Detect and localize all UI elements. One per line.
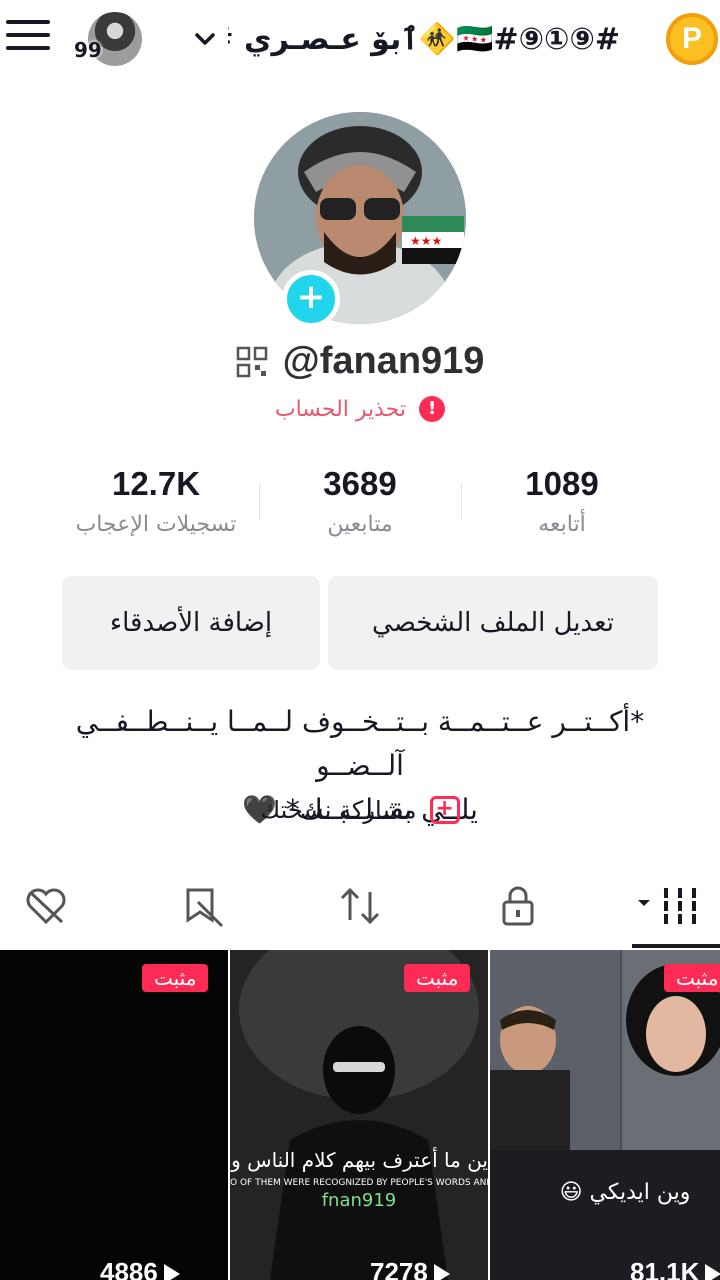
video-caption: وين ايديكي 😃 [559, 1180, 691, 1205]
view-count: 4886 [100, 1257, 180, 1280]
share-copy-label: مشاركة نسختك [260, 796, 417, 824]
view-count: 81.1K [630, 1257, 720, 1280]
active-tab-indicator [632, 944, 720, 948]
repost-icon[interactable] [336, 882, 384, 930]
menu-icon[interactable] [6, 20, 50, 54]
add-square-icon: + [429, 796, 460, 824]
hidden-likes-icon[interactable] [22, 882, 70, 930]
mini-avatar-badge: 99 [74, 38, 102, 62]
videos-grid-icon[interactable] [634, 882, 700, 930]
video-2-image [230, 950, 488, 1280]
pinned-badge: مثبت [664, 964, 720, 992]
qr-code-icon[interactable] [236, 346, 268, 378]
play-icon [433, 1264, 450, 1280]
stat-followers[interactable]: 3689 متابعين [260, 462, 460, 537]
video-thumbnail[interactable]: مثبت 4886 [0, 950, 228, 1280]
warning-icon: ! [419, 396, 446, 422]
coin-icon[interactable]: P [666, 13, 718, 65]
warning-label: تحذير الحساب [274, 396, 407, 422]
followers-count: 3689 [323, 465, 397, 502]
following-label: أتابعه [538, 512, 586, 537]
video-thumbnail[interactable]: مثبت ين ما أعترف بيهم كلام الناس والخو O… [230, 950, 488, 1280]
share-copy-row[interactable]: + مشاركة نسختك [0, 796, 720, 836]
stat-likes[interactable]: 12.7K تسجيلات الإعجاب [56, 462, 256, 537]
pinned-badge: مثبت [404, 964, 471, 992]
hidden-favorites-icon[interactable] [178, 882, 226, 930]
profile-handle: @fanan919 [282, 340, 485, 382]
top-bar: 99 #⑨①⑨#🇸🇾🚸ٱبۆ عـصـري # P [0, 0, 720, 80]
likes-count: 12.7K [111, 465, 201, 502]
video-thumbnail[interactable]: مثبت وين ايديكي 😃 81.1K [490, 950, 720, 1280]
stats-row: 12.7K تسجيلات الإعجاب 3689 متابعين 1089 … [56, 462, 664, 552]
account-warning[interactable]: ! تحذير الحساب [0, 396, 720, 430]
add-photo-button[interactable]: + [282, 270, 340, 328]
chevron-down-icon[interactable] [192, 26, 218, 52]
video-grid: مثبت 4886 مثبت ين ما أعترف بيهم كلام الن… [0, 950, 720, 1280]
account-switcher-username[interactable]: #⑨①⑨#🇸🇾🚸ٱبۆ عـصـري # [228, 18, 620, 62]
handle-row: @fanan919 [0, 340, 720, 390]
following-count: 1089 [525, 465, 599, 502]
followers-label: متابعين [327, 512, 393, 537]
likes-label: تسجيلات الإعجاب [75, 512, 237, 537]
view-count: 7278 [370, 1257, 450, 1280]
svg-text:★★★: ★★★ [410, 234, 442, 248]
add-friends-button[interactable]: إضافة الأصدقاء [62, 576, 320, 670]
pinned-badge: مثبت [142, 964, 209, 992]
content-tabs [0, 866, 720, 948]
video-watermark: fnan919 [321, 1190, 397, 1211]
play-icon [705, 1264, 720, 1280]
play-icon [163, 1264, 180, 1280]
stat-following[interactable]: 1089 أتابعه [462, 462, 662, 537]
video-3-image [490, 950, 720, 1280]
private-lock-icon[interactable] [494, 882, 542, 930]
bio-line-1: *أكــتــر عــتــمــة بــتــخــوف لــمــا… [75, 705, 645, 782]
video-caption: ين ما أعترف بيهم كلام الناس والخو [230, 1148, 488, 1172]
edit-profile-button[interactable]: تعديل الملف الشخصي [328, 576, 658, 670]
video-caption-english: O OF THEM WERE RECOGNIZED BY PEOPLE'S WO… [230, 1178, 488, 1188]
